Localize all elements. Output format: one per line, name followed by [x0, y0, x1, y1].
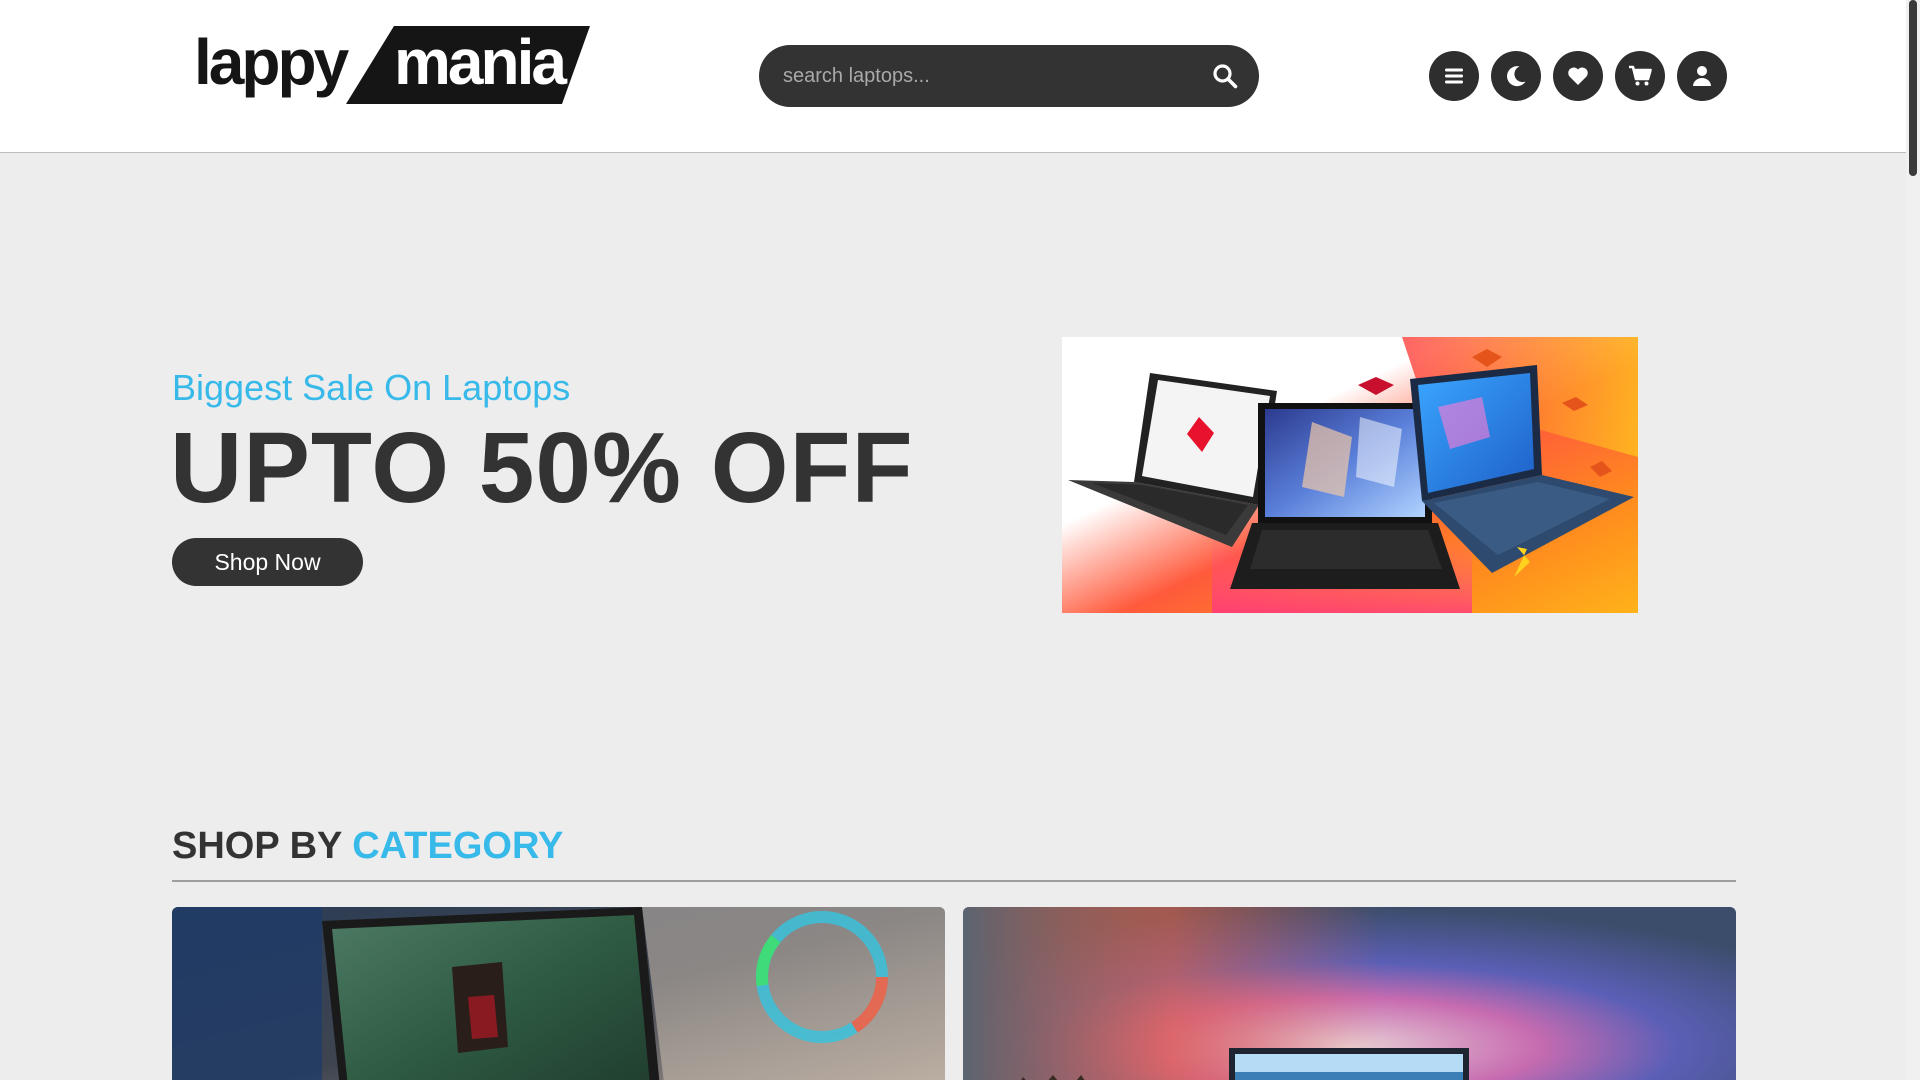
category-card-gaming[interactable] [172, 907, 945, 1080]
menu-button[interactable] [1429, 51, 1479, 101]
search-bar [759, 45, 1259, 107]
dark-mode-button[interactable] [1491, 51, 1541, 101]
page: lappy mania search laptops... Biggest Sa… [0, 0, 1920, 1080]
site-logo[interactable]: lappy mania [194, 22, 590, 106]
cart-button[interactable] [1615, 51, 1665, 101]
cart-icon [1629, 65, 1652, 86]
hero-title: UPTO 50% OFF [170, 412, 914, 524]
shop-now-button[interactable]: Shop Now [172, 538, 363, 586]
site-header: lappy mania [0, 0, 1906, 153]
logo-text-mania: mania [394, 26, 567, 98]
hero-banner-image[interactable] [1062, 337, 1638, 613]
moon-icon [1507, 66, 1526, 87]
logo-text-lappy: lappy [194, 26, 349, 98]
search-button[interactable] [1203, 54, 1247, 98]
scrollbar-thumb[interactable] [1909, 0, 1917, 176]
category-heading-accent: CATEGORY [352, 825, 564, 867]
menu-icon [1445, 68, 1463, 84]
category-card-ultrabook[interactable] [963, 907, 1736, 1080]
account-button[interactable] [1677, 51, 1727, 101]
heart-icon [1568, 67, 1588, 85]
category-divider [172, 880, 1736, 882]
category-heading-plain: SHOP BY [172, 825, 342, 867]
wishlist-button[interactable] [1553, 51, 1603, 101]
page-scrollbar[interactable] [1906, 0, 1920, 1080]
search-input[interactable] [783, 45, 1183, 107]
user-icon [1693, 66, 1711, 86]
hero-subtitle: Biggest Sale On Laptops [172, 367, 571, 408]
header-icon-group [1429, 51, 1729, 101]
search-icon [1213, 64, 1238, 89]
category-heading: SHOP BY CATEGORY [172, 823, 563, 869]
